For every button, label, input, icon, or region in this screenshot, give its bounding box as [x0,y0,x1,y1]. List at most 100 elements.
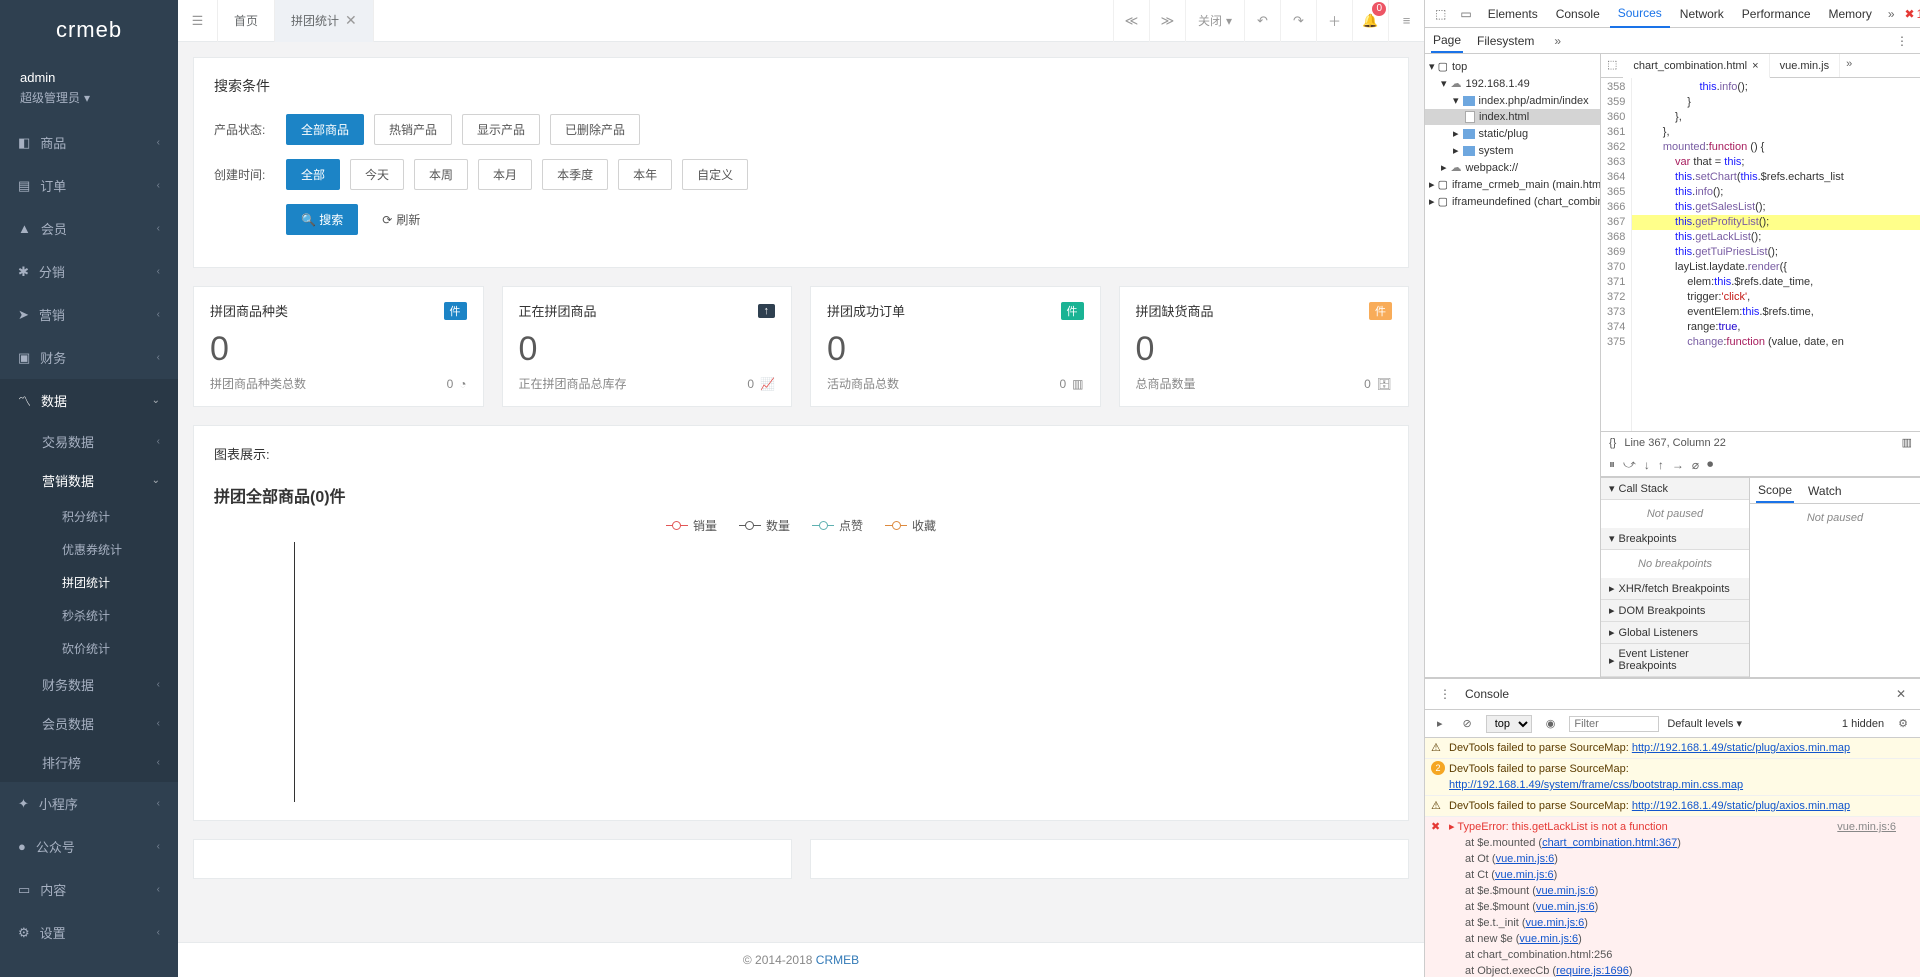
nav-wechat[interactable]: ●公众号‹ [0,825,178,868]
dt-tab-perf[interactable]: Performance [1734,1,1819,27]
sub-bargain-stats[interactable]: 砍价统计 [0,632,178,665]
sub-rank[interactable]: 排行榜‹ [0,743,178,782]
dt-tab-memory[interactable]: Memory [1821,1,1880,27]
dt-tab-sources[interactable]: Sources [1610,0,1670,28]
time-month[interactable]: 本月 [478,159,532,190]
tree-system[interactable]: ▸ system [1425,142,1600,159]
menu-toggle[interactable]: ☰ [178,0,218,42]
legend-qty[interactable]: 数量 [739,517,790,534]
filter-input[interactable] [1569,716,1659,732]
time-quarter[interactable]: 本季度 [542,159,608,190]
sub-finance-data[interactable]: 财务数据‹ [0,665,178,704]
sidebar-icon[interactable]: ▸ [1431,713,1449,734]
error-location[interactable]: vue.min.js:6 [1837,819,1896,977]
close-icon[interactable]: × [1752,60,1758,72]
step-out-icon[interactable]: ↑ [1658,458,1664,472]
tabs-prev[interactable]: ≪ [1113,0,1149,42]
sub-coupon-stats[interactable]: 优惠券统计 [0,533,178,566]
sect-breakpoints[interactable]: ▾ Breakpoints [1601,528,1749,550]
refresh-button[interactable]: ⟳刷新 [368,204,434,235]
nav-icon[interactable]: ⬚ [1601,54,1623,77]
tree-host[interactable]: ▾ 192.168.1.49 [1425,75,1600,92]
subtab-filesystem[interactable]: Filesystem [1475,30,1536,52]
footer-link[interactable]: CRMEB [816,953,859,967]
legend-like[interactable]: 点赞 [812,517,863,534]
scope-tab[interactable]: Scope [1756,479,1794,503]
filetab-vue[interactable]: vue.min.js [1770,54,1841,77]
sect-callstack[interactable]: ▾ Call Stack [1601,478,1749,500]
sub-trade-data[interactable]: 交易数据‹ [0,422,178,461]
nav-settings[interactable]: ⚙设置‹ [0,911,178,954]
sourcemap-link[interactable]: http://192.168.1.49/system/frame/css/boo… [1449,779,1743,791]
nav-data[interactable]: 〽数据⌄ [0,379,178,422]
tree-top[interactable]: ▾ ▢ top [1425,58,1600,75]
status-deleted[interactable]: 已删除产品 [550,114,640,145]
nav-dist[interactable]: ✱分销‹ [0,250,178,293]
tabs-next[interactable]: ≫ [1149,0,1185,42]
nav-member[interactable]: ▲会员‹ [0,207,178,250]
tree-webpack[interactable]: ▸ webpack:// [1425,159,1600,176]
nav-order[interactable]: ▤订单‹ [0,164,178,207]
tree-iframe1[interactable]: ▸ ▢ iframe_crmeb_main (main.html) [1425,176,1600,193]
tree-static[interactable]: ▸ static/plug [1425,125,1600,142]
sect-xhr-bp[interactable]: ▸ XHR/fetch Breakpoints [1601,578,1749,600]
step-over-icon[interactable]: ⤻ [1623,457,1636,472]
sourcemap-link[interactable]: http://192.168.1.49/static/plug/axios.mi… [1632,800,1850,812]
undo[interactable]: ↶ [1244,0,1280,42]
tree-index-html[interactable]: index.html [1425,109,1600,125]
nav-market[interactable]: ➤营销‹ [0,293,178,336]
sub-member-data[interactable]: 会员数据‹ [0,704,178,743]
deactivate-bp-icon[interactable]: ⌀ [1692,458,1699,472]
notifications[interactable]: 🔔0 [1352,0,1388,42]
time-all[interactable]: 全部 [286,159,340,190]
sect-event-bp[interactable]: ▸ Event Listener Breakpoints [1601,644,1749,677]
watch-tab[interactable]: Watch [1806,480,1844,502]
console-body[interactable]: ⚠DevTools failed to parse SourceMap: htt… [1425,738,1920,977]
legend-fav[interactable]: 收藏 [885,517,936,534]
coverage-icon[interactable]: ▥ [1902,436,1912,449]
dt-tab-elements[interactable]: Elements [1480,1,1546,27]
user-role-dropdown[interactable]: 超级管理员▾ [20,89,90,106]
nav-miniapp[interactable]: ✦小程序‹ [0,782,178,825]
step-into-icon[interactable]: ↓ [1644,458,1650,472]
sub-seckill-stats[interactable]: 秒杀统计 [0,599,178,632]
status-hot[interactable]: 热销产品 [374,114,452,145]
status-show[interactable]: 显示产品 [462,114,540,145]
nav-goods[interactable]: ◧商品‹ [0,121,178,164]
inspect-icon[interactable]: ⬚ [1429,3,1452,25]
sect-dom-bp[interactable]: ▸ DOM Breakpoints [1601,600,1749,622]
kebab-icon[interactable]: ⋮ [1890,30,1914,52]
status-all[interactable]: 全部商品 [286,114,364,145]
add[interactable]: ＋ [1316,0,1352,42]
code-editor[interactable]: 3583593603613623633643653663673683693703… [1601,78,1920,431]
tree-iframe2[interactable]: ▸ ▢ iframeundefined (chart_combinat [1425,193,1600,210]
time-custom[interactable]: 自定义 [682,159,748,190]
redo[interactable]: ↷ [1280,0,1316,42]
kebab-icon[interactable]: ⋮ [1433,683,1457,705]
tab-group-stats[interactable]: 拼团统计✕ [275,0,374,42]
step-icon[interactable]: → [1672,458,1684,472]
time-week[interactable]: 本周 [414,159,468,190]
close-icon[interactable]: ✕ [345,12,357,29]
clear-icon[interactable]: ⊘ [1457,713,1478,734]
search-button[interactable]: 🔍 搜索 [286,204,358,235]
tab-home[interactable]: 首页 [218,0,275,42]
sub-marketing-data[interactable]: 营销数据⌄ [0,461,178,500]
context-select[interactable]: top [1486,715,1532,733]
filetab-chart[interactable]: chart_combination.html× [1623,54,1769,78]
pause-icon[interactable]: ⏸ [1609,457,1615,472]
more[interactable]: ≡ [1388,0,1424,42]
gear-icon[interactable]: ⚙ [1892,713,1914,734]
device-icon[interactable]: ▭ [1454,3,1477,25]
pause-exc-icon[interactable]: ⏺ [1707,457,1713,472]
format-icon[interactable]: {} [1609,437,1616,449]
dt-tab-network[interactable]: Network [1672,1,1732,27]
time-today[interactable]: 今天 [350,159,404,190]
live-icon[interactable]: ◉ [1540,713,1562,734]
nav-finance[interactable]: ▣财务‹ [0,336,178,379]
levels-select[interactable]: Default levels ▾ [1667,717,1742,730]
sourcemap-link[interactable]: http://192.168.1.49/static/plug/axios.mi… [1632,742,1850,754]
subtab-page[interactable]: Page [1431,29,1463,53]
time-year[interactable]: 本年 [618,159,672,190]
close-menu[interactable]: 关闭▾ [1185,0,1244,42]
